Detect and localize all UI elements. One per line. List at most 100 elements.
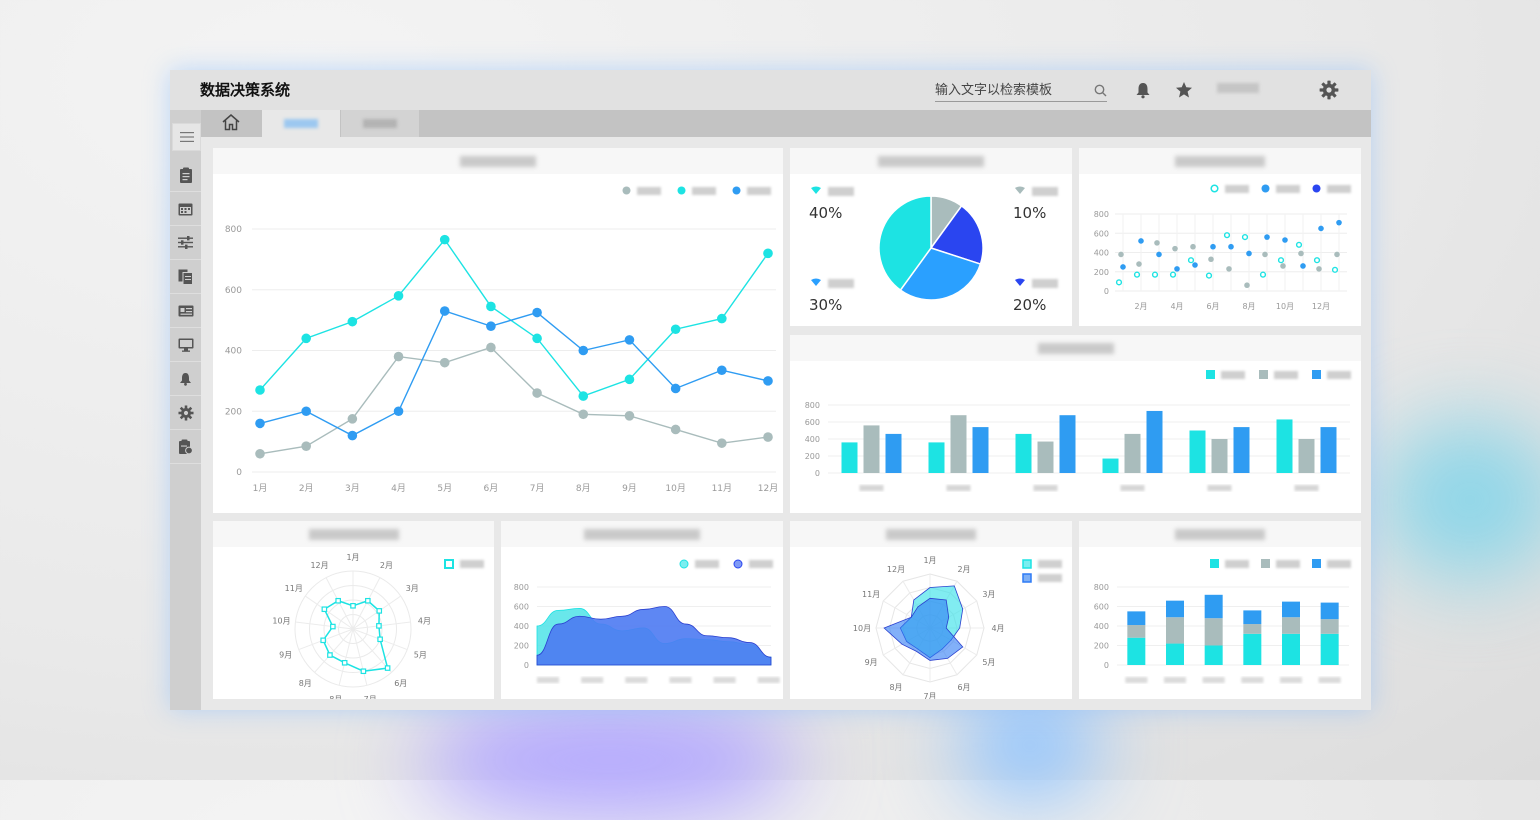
documents-icon[interactable] [170,260,201,294]
bar [1015,433,1032,473]
x-tick-label: 6月 [484,483,499,494]
scatter-point [1169,271,1177,278]
data-point [532,388,542,398]
scatter-point [1262,251,1268,258]
stacked-bar-segment [1127,611,1146,626]
y-tick-label: 800 [514,583,529,592]
y-tick-label: 0 [1104,661,1109,670]
background-blob [1380,420,1540,580]
data-point [486,301,496,312]
data-point [347,316,358,327]
tab-second[interactable] [341,110,419,137]
scatter-chart-card: 0 200 400 600 800 2月 4月 6月 8月 10月 12月 [1079,148,1361,326]
tab-label [284,119,318,128]
tab-label [363,119,397,128]
tab-active[interactable] [262,110,340,137]
x-category-label [625,677,648,683]
settings-icon[interactable] [170,396,201,430]
radar-axis-label: 9月 [865,658,878,667]
x-tick-label: 3月 [345,483,360,494]
pie-legend-item [1014,278,1058,288]
home-icon[interactable] [221,113,241,135]
pie-label-30: 30% [809,296,843,314]
star-icon[interactable] [1174,80,1194,100]
radar-axis-label: 4月 [991,624,1004,633]
radar-compare-chart: 1月 2月 3月 4月 5月 6月 7月 8月 9月 10月 11月 12月 [853,556,1005,699]
scatter-point [1259,271,1267,278]
bar [1211,439,1228,473]
radar-point [360,668,367,675]
card-title [308,528,399,540]
data-point [486,342,496,353]
y-tick-label: 0 [1104,287,1109,296]
pie-label-20: 20% [1013,296,1047,314]
calendar-icon[interactable] [170,192,201,226]
alarm-icon[interactable] [170,362,201,396]
data-point [578,391,589,401]
y-tick-label: 600 [1094,229,1109,238]
data-point [439,357,450,368]
radar-axis-label: 4月 [418,616,431,625]
data-point [670,324,681,335]
id-card-icon[interactable] [170,294,201,328]
radar-axis-label: 9月 [279,651,292,660]
scatter-point [1246,250,1252,257]
bar [1189,430,1206,473]
data-point [624,374,635,385]
series-line [259,346,769,455]
y-tick-label: 600 [514,603,529,612]
stacked-bar-segment [1320,619,1339,634]
scatter-point [1316,266,1322,272]
menu-icon[interactable] [172,123,201,151]
data-point [347,430,358,441]
x-tick-label: 11月 [712,483,732,494]
x-category-label [1033,485,1058,491]
user-name[interactable] [1217,83,1259,93]
stacked-bar-segment [1166,600,1184,618]
y-tick-label: 800 [1094,210,1109,219]
radar-point [327,652,333,658]
x-tick-label: 5月 [437,483,452,494]
data-point [393,291,404,301]
sliders-icon[interactable] [170,226,201,260]
report-icon[interactable] [170,430,201,464]
search-icon[interactable] [1094,82,1107,101]
y-tick-label: 0 [236,468,242,478]
bar [1037,441,1054,473]
search-box[interactable] [935,79,1107,102]
y-tick-label: 800 [1094,583,1109,592]
card-header [790,521,1072,547]
bar [863,425,880,473]
stacked-bar-segment [1320,633,1339,665]
data-point [670,424,681,435]
gear-icon[interactable] [1319,80,1339,100]
x-category-label [713,677,736,683]
x-tick-label: 4月 [1170,302,1183,311]
pie-label-10: 10% [1013,204,1047,222]
x-tick-label: 7月 [530,483,545,494]
y-tick-label: 600 [1094,603,1109,612]
card-header [213,521,494,547]
stacked-bar-segment [1282,633,1300,665]
stacked-bar-segment [1282,601,1300,618]
data-point [439,306,450,316]
radar-axis-label: 3月 [982,590,995,599]
home-tab[interactable] [201,110,261,137]
search-input[interactable] [935,81,1085,100]
card-title [1175,155,1265,167]
scatter-point [1115,279,1123,286]
data-point [301,406,311,417]
y-tick-label: 200 [514,642,529,651]
bell-icon[interactable] [1133,80,1153,100]
radar-axis-label: 11月 [285,584,303,593]
data-point [717,313,727,324]
data-point [255,448,265,459]
scatter-point [1228,243,1234,250]
monitor-icon[interactable] [170,328,201,362]
clipboard-icon[interactable] [170,158,201,192]
x-category-label [1207,485,1232,491]
y-tick-label: 600 [805,418,820,427]
radar-compare-card: 1月 2月 3月 4月 5月 6月 7月 8月 9月 10月 11月 12月 [790,521,1072,699]
x-category-label [537,677,559,683]
bar [1124,433,1141,473]
